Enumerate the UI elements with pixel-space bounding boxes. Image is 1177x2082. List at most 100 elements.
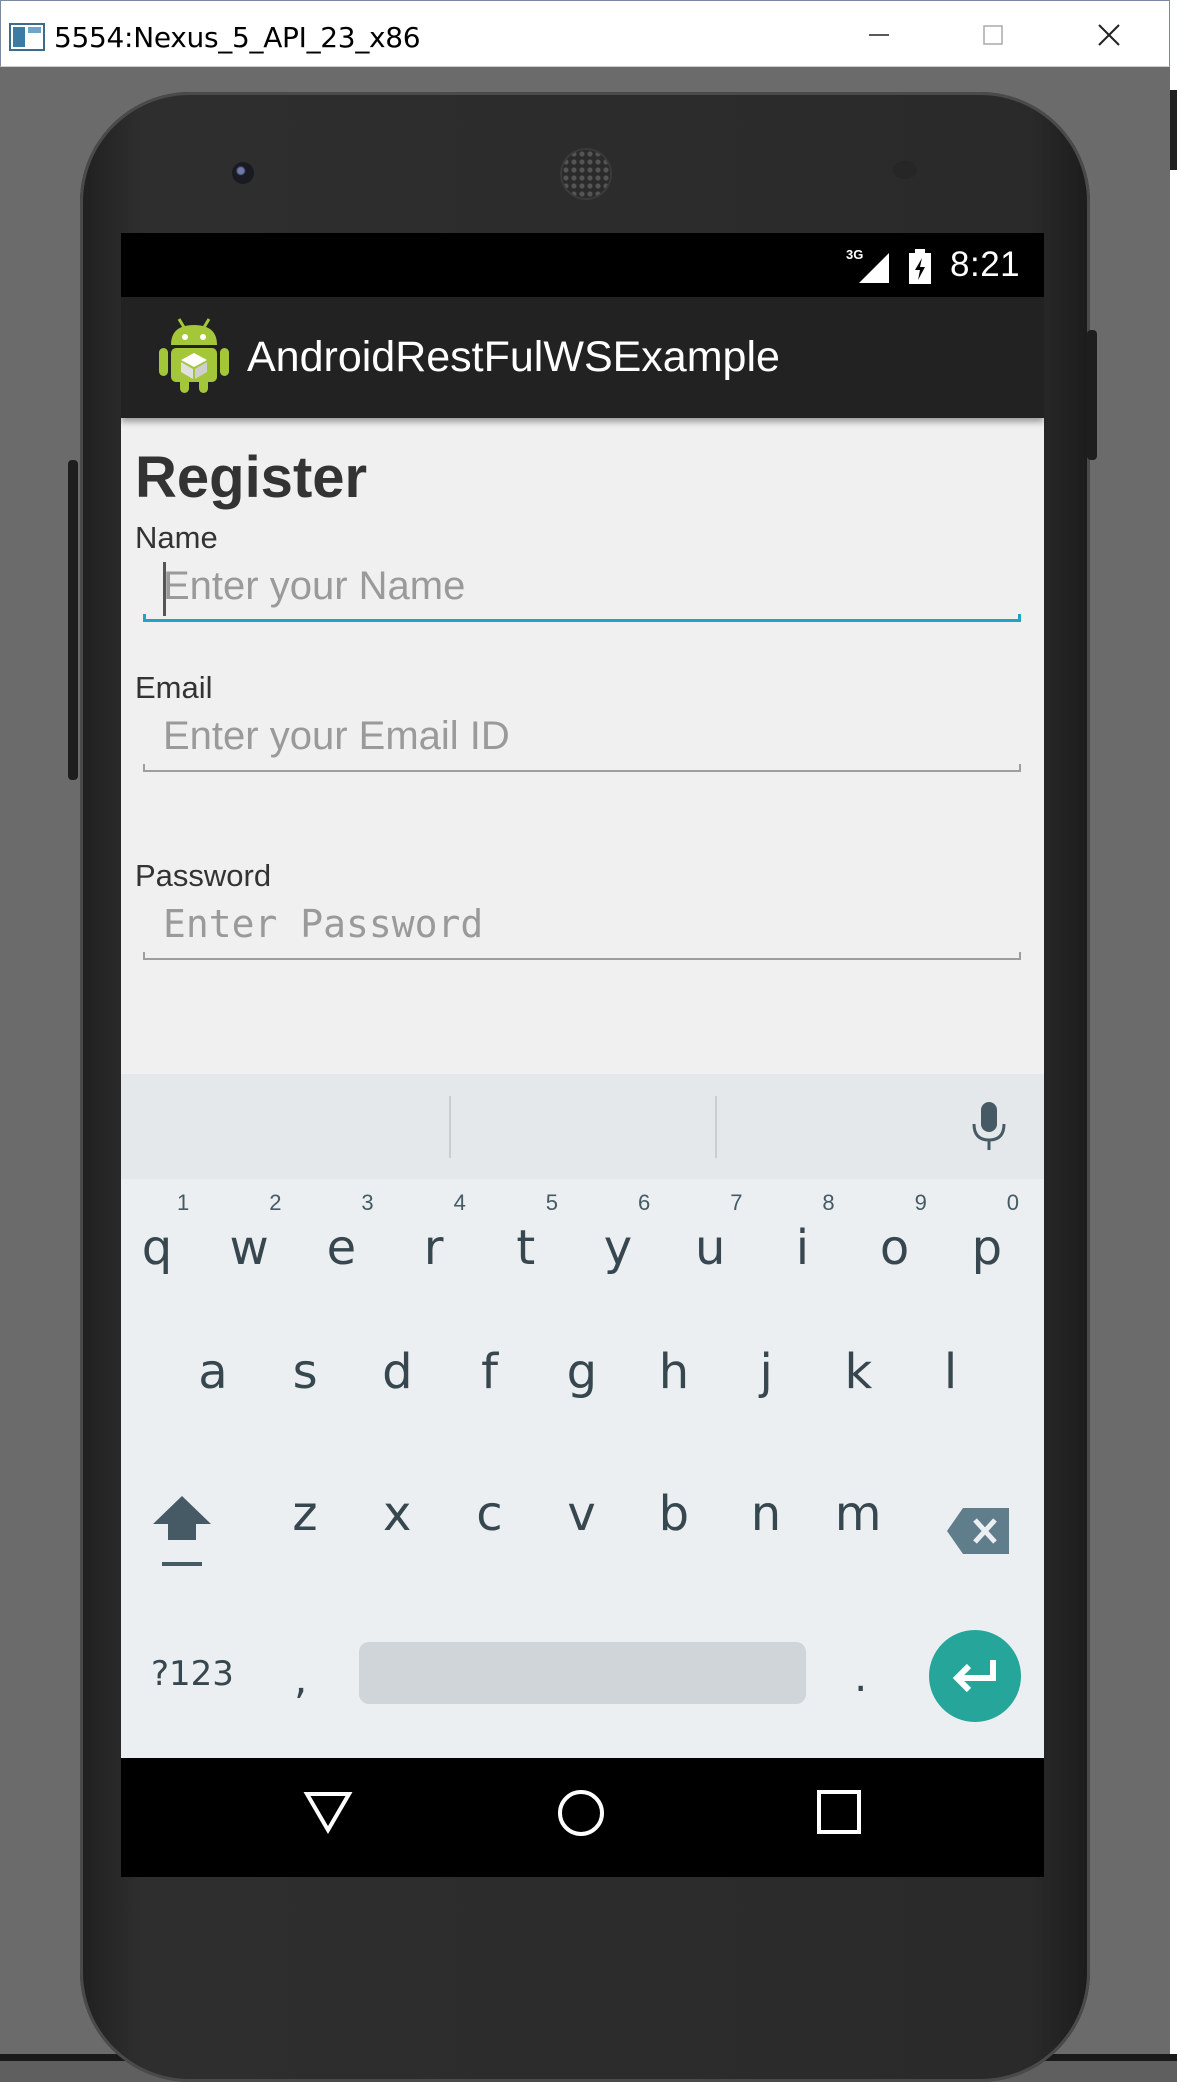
key-label: f bbox=[481, 1344, 499, 1400]
key-number-hint: 0 bbox=[1006, 1190, 1020, 1215]
recent-apps-icon[interactable] bbox=[815, 1788, 863, 1836]
key-label: p bbox=[971, 1220, 1003, 1276]
key-number-hint: 3 bbox=[361, 1190, 374, 1215]
key-label: r bbox=[423, 1220, 444, 1276]
key-e[interactable]: e3 bbox=[301, 1190, 381, 1310]
key-label: i bbox=[795, 1220, 810, 1276]
key-r[interactable]: r4 bbox=[394, 1190, 474, 1310]
key-label: z bbox=[292, 1486, 318, 1542]
name-underline bbox=[143, 614, 1021, 622]
register-form: Register Name Email Password bbox=[121, 418, 1044, 1074]
emulator-app-icon bbox=[9, 23, 45, 51]
symbols-key[interactable]: ?123 bbox=[151, 1654, 234, 1694]
key-n[interactable]: n bbox=[726, 1456, 806, 1576]
key-label: q bbox=[141, 1220, 173, 1276]
key-a[interactable]: a bbox=[173, 1314, 253, 1434]
key-p[interactable]: p0 bbox=[947, 1190, 1027, 1310]
key-s[interactable]: s bbox=[265, 1314, 345, 1434]
password-input[interactable] bbox=[143, 892, 1021, 956]
name-label: Name bbox=[135, 520, 218, 555]
key-label: o bbox=[879, 1220, 910, 1276]
key-j[interactable]: j bbox=[726, 1314, 806, 1434]
key-label: n bbox=[750, 1486, 782, 1542]
key-label: h bbox=[658, 1344, 690, 1400]
status-bar: 3G 8:21 bbox=[121, 233, 1044, 297]
battery-icon bbox=[909, 249, 931, 284]
enter-button[interactable] bbox=[929, 1630, 1021, 1722]
key-u[interactable]: u7 bbox=[670, 1190, 750, 1310]
key-q[interactable]: q1 bbox=[121, 1190, 197, 1310]
key-w[interactable]: w2 bbox=[209, 1190, 289, 1310]
name-field[interactable] bbox=[143, 554, 1021, 622]
key-number-hint: 5 bbox=[545, 1190, 559, 1215]
key-g[interactable]: g bbox=[542, 1314, 622, 1434]
maximize-button[interactable] bbox=[963, 13, 1023, 57]
action-bar: AndroidRestFulWSExample bbox=[121, 297, 1044, 418]
window-titlebar: 5554:Nexus_5_API_23_x86 bbox=[0, 0, 1170, 67]
phone-power-button[interactable] bbox=[1087, 330, 1097, 460]
home-icon[interactable] bbox=[556, 1788, 606, 1838]
microphone-icon[interactable] bbox=[969, 1100, 1009, 1154]
light-sensor bbox=[932, 166, 942, 176]
minimize-icon bbox=[869, 34, 889, 36]
front-camera bbox=[232, 162, 254, 184]
back-icon[interactable] bbox=[303, 1788, 353, 1836]
period-key[interactable]: . bbox=[854, 1652, 867, 1701]
key-label: s bbox=[292, 1344, 318, 1400]
suggestion-divider bbox=[449, 1096, 451, 1158]
key-m[interactable]: m bbox=[818, 1456, 898, 1576]
key-number-hint: 9 bbox=[914, 1190, 927, 1215]
password-label: Password bbox=[135, 858, 272, 893]
key-number-hint: 4 bbox=[453, 1190, 466, 1215]
backspace-icon[interactable] bbox=[945, 1506, 1011, 1556]
app-title: AndroidRestFulWSExample bbox=[247, 333, 780, 381]
proximity-sensor bbox=[893, 161, 917, 179]
key-number-hint: 1 bbox=[177, 1190, 190, 1215]
minimize-button[interactable] bbox=[849, 13, 909, 57]
clock: 8:21 bbox=[950, 245, 1021, 284]
key-o[interactable]: o9 bbox=[855, 1190, 935, 1310]
key-x[interactable]: x bbox=[357, 1456, 437, 1576]
key-k[interactable]: k bbox=[818, 1314, 898, 1434]
enter-arrow-icon bbox=[952, 1660, 996, 1693]
key-label: a bbox=[198, 1344, 228, 1400]
device-screen: 3G 8:21 AndroidRestFulWSExample Register… bbox=[121, 233, 1044, 1877]
key-label: v bbox=[567, 1486, 596, 1542]
close-icon bbox=[1098, 24, 1120, 46]
password-field[interactable] bbox=[143, 892, 1021, 960]
suggestion-strip bbox=[121, 1074, 1044, 1179]
key-i[interactable]: i8 bbox=[762, 1190, 842, 1310]
key-h[interactable]: h bbox=[634, 1314, 714, 1434]
key-c[interactable]: c bbox=[449, 1456, 529, 1576]
key-number-hint: 2 bbox=[269, 1190, 282, 1215]
key-label: w bbox=[229, 1220, 269, 1276]
key-label: b bbox=[658, 1486, 690, 1542]
key-label: g bbox=[566, 1344, 598, 1400]
navigation-bar bbox=[121, 1758, 1044, 1877]
key-t[interactable]: t5 bbox=[486, 1190, 566, 1310]
close-button[interactable] bbox=[1079, 13, 1139, 57]
key-y[interactable]: y6 bbox=[578, 1190, 658, 1310]
shift-icon[interactable] bbox=[151, 1492, 213, 1572]
phone-volume-button[interactable] bbox=[68, 460, 78, 780]
comma-key[interactable]: , bbox=[294, 1654, 307, 1703]
key-b[interactable]: b bbox=[634, 1456, 714, 1576]
earpiece-grille bbox=[560, 148, 612, 200]
key-f[interactable]: f bbox=[450, 1314, 530, 1434]
key-z[interactable]: z bbox=[265, 1456, 345, 1576]
key-label: j bbox=[759, 1344, 773, 1400]
soft-keyboard: q1w2e3r4t5y6u7i8o9p0 asdfghjkl zxcvbnm ?… bbox=[121, 1074, 1044, 1758]
page-title: Register bbox=[135, 445, 368, 510]
email-label: Email bbox=[135, 670, 213, 705]
key-number-hint: 7 bbox=[730, 1190, 743, 1215]
email-field[interactable] bbox=[143, 704, 1021, 772]
key-l[interactable]: l bbox=[911, 1314, 991, 1434]
key-label: m bbox=[834, 1486, 882, 1542]
key-label: x bbox=[382, 1486, 412, 1542]
key-v[interactable]: v bbox=[542, 1456, 622, 1576]
key-d[interactable]: d bbox=[357, 1314, 437, 1434]
name-input[interactable] bbox=[143, 554, 1021, 618]
suggestion-divider bbox=[715, 1096, 717, 1158]
email-input[interactable] bbox=[143, 704, 1021, 768]
space-bar[interactable] bbox=[359, 1642, 806, 1704]
